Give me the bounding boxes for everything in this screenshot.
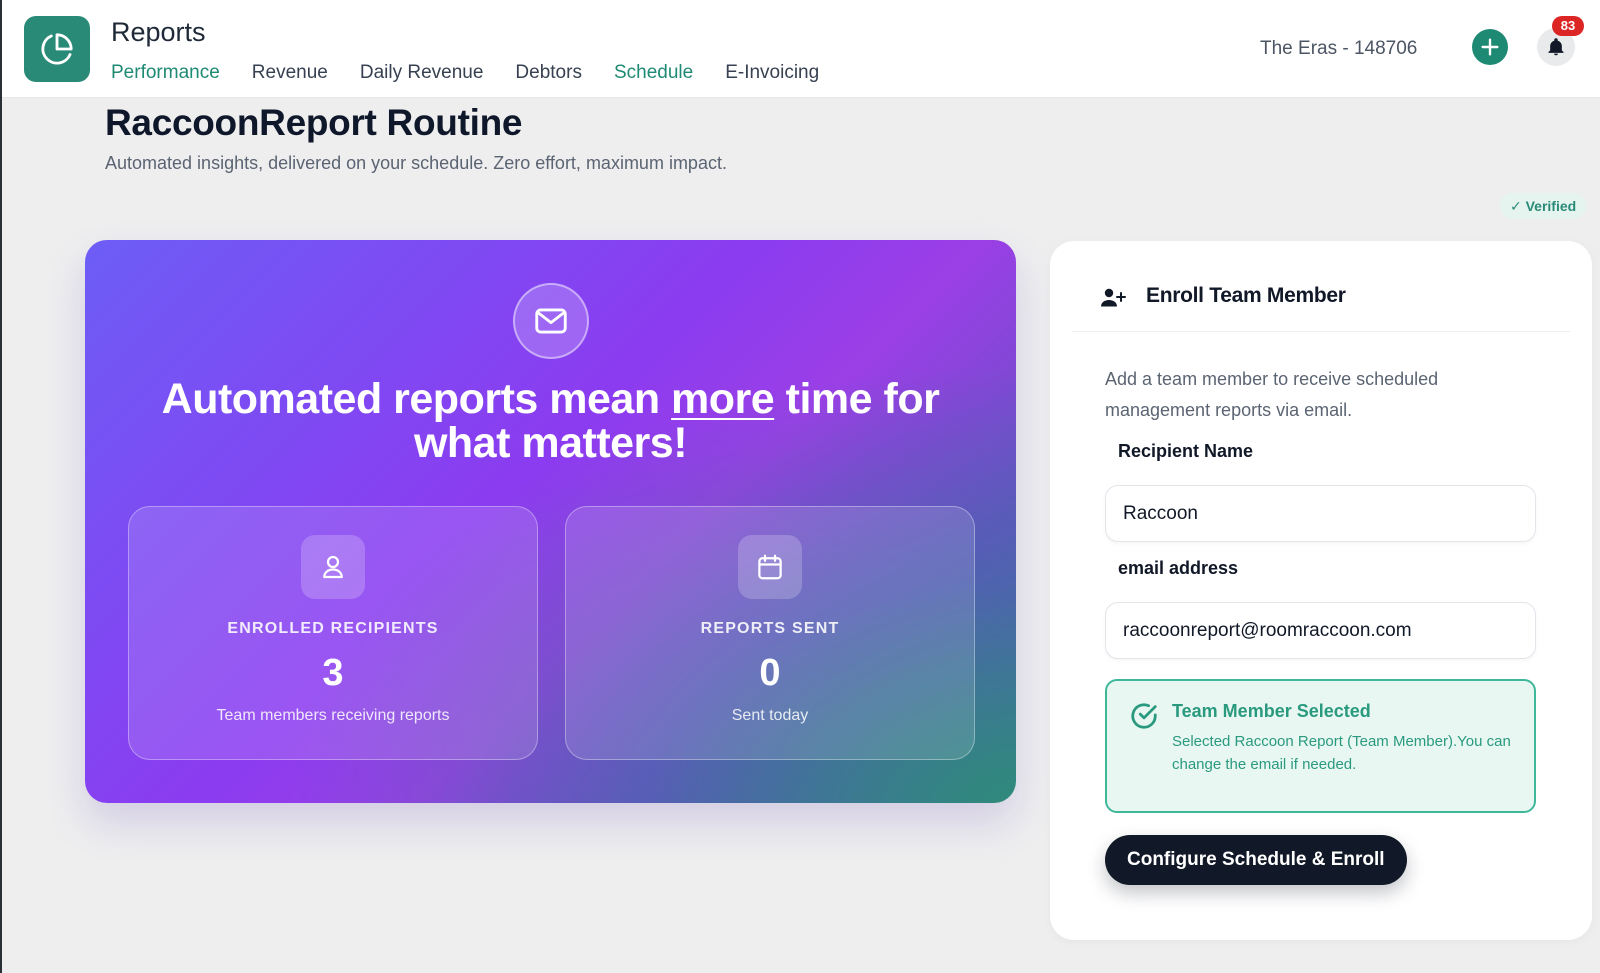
- bell-icon: [1548, 38, 1564, 56]
- nav-revenue[interactable]: Revenue: [252, 62, 328, 84]
- top-bar: Reports Performance Revenue Daily Revenu…: [2, 0, 1600, 98]
- page-subtitle: Automated insights, delivered on your sc…: [105, 153, 727, 173]
- nav-performance[interactable]: Performance: [111, 62, 220, 84]
- enroll-panel: Enroll Team Member Add a team member to …: [1050, 241, 1592, 940]
- configure-enroll-button[interactable]: Configure Schedule & Enroll: [1105, 835, 1407, 885]
- nav-e-invoicing[interactable]: E-Invoicing: [725, 62, 819, 84]
- stat-caption: Sent today: [731, 707, 809, 724]
- verified-badge: ✓ Verified: [1500, 193, 1587, 219]
- nav-daily-revenue[interactable]: Daily Revenue: [360, 62, 484, 84]
- property-selector[interactable]: The Eras - 148706: [1260, 38, 1417, 60]
- selection-notice: Team Member Selected Selected Raccoon Re…: [1105, 679, 1536, 813]
- hero-icon-circle: [513, 283, 589, 359]
- hero-headline-part1: Automated reports mean: [161, 375, 672, 423]
- selection-text: Selected Raccoon Report (Team Member).Yo…: [1172, 733, 1511, 773]
- page-title: RaccoonReport Routine: [105, 102, 523, 143]
- stat-icon-box: [738, 535, 802, 599]
- stat-caption: Team members receiving reports: [216, 707, 450, 724]
- app-title: Reports: [111, 17, 206, 47]
- hero-headline-emphasis: more: [671, 375, 775, 423]
- recipient-name-label: Recipient Name: [1118, 441, 1254, 461]
- add-button[interactable]: [1472, 29, 1508, 65]
- user-plus-icon: [1101, 288, 1126, 307]
- main-nav: Performance Revenue Daily Revenue Debtor…: [111, 62, 819, 84]
- stat-value: 0: [759, 652, 781, 694]
- calendar-icon: [758, 554, 782, 580]
- email-label: email address: [1118, 558, 1239, 578]
- hero-headline: Automated reports mean more time for wha…: [125, 377, 976, 465]
- panel-title: Enroll Team Member: [1146, 284, 1346, 307]
- hero-card: Automated reports mean more time for wha…: [85, 240, 1016, 803]
- stat-label: REPORTS SENT: [700, 620, 840, 637]
- stat-icon-box: [301, 535, 365, 599]
- stat-card-enrolled: ENROLLED RECIPIENTS 3 Team members recei…: [128, 506, 538, 760]
- check-circle-icon: [1131, 703, 1157, 729]
- panel-header: Enroll Team Member: [1072, 261, 1570, 332]
- selection-title: Team Member Selected: [1172, 701, 1371, 721]
- notification-count-badge: 83: [1552, 16, 1584, 36]
- panel-description: Add a team member to receive scheduled m…: [1105, 369, 1439, 420]
- plus-icon: [1481, 38, 1499, 56]
- stat-value: 3: [322, 652, 344, 694]
- mail-icon: [535, 308, 567, 334]
- recipient-name-input[interactable]: [1105, 485, 1536, 542]
- user-icon: [323, 555, 343, 579]
- stat-label: ENROLLED RECIPIENTS: [227, 620, 439, 637]
- pie-chart-icon: [41, 33, 73, 65]
- nav-schedule[interactable]: Schedule: [614, 62, 693, 84]
- nav-debtors[interactable]: Debtors: [515, 62, 582, 84]
- app-logo[interactable]: [24, 16, 90, 82]
- email-input[interactable]: [1105, 602, 1536, 659]
- stat-card-reports-sent: REPORTS SENT 0 Sent today: [565, 506, 975, 760]
